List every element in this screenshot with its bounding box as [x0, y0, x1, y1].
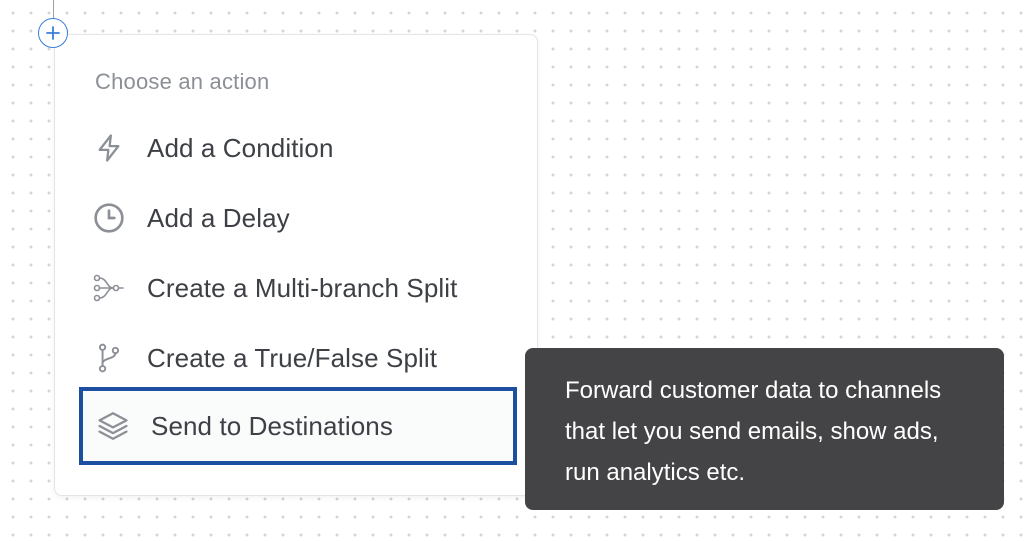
- clock-icon: [91, 200, 127, 236]
- tooltip: Forward customer data to channels that l…: [525, 348, 1004, 510]
- menu-item-label: Add a Delay: [147, 202, 290, 233]
- branch-fork-icon: [91, 340, 127, 376]
- tooltip-text: Forward customer data to channels that l…: [565, 377, 942, 486]
- menu-item-label: Send to Destinations: [151, 410, 393, 441]
- multi-branch-icon: [91, 270, 127, 306]
- menu-item-true-false-split[interactable]: Create a True/False Split: [91, 334, 437, 382]
- menu-heading: Choose an action: [95, 69, 270, 94]
- menu-item-add-delay[interactable]: Add a Delay: [91, 194, 290, 242]
- menu-item-label: Create a Multi-branch Split: [147, 272, 458, 303]
- connector-line: [53, 0, 54, 18]
- menu-item-label: Create a True/False Split: [147, 342, 438, 373]
- menu-item-send-to-destinations[interactable]: Send to Destinations: [79, 387, 517, 465]
- layers-icon: [95, 408, 131, 444]
- action-menu: Choose an action Add a Condition Add a D…: [54, 34, 538, 496]
- menu-item-add-condition[interactable]: Add a Condition: [91, 124, 334, 172]
- menu-item-multi-branch-split[interactable]: Create a Multi-branch Split: [91, 264, 458, 312]
- plus-icon: [46, 26, 60, 40]
- add-step-button[interactable]: [38, 18, 68, 48]
- menu-item-label: Add a Condition: [147, 132, 334, 163]
- lightning-icon: [91, 130, 127, 166]
